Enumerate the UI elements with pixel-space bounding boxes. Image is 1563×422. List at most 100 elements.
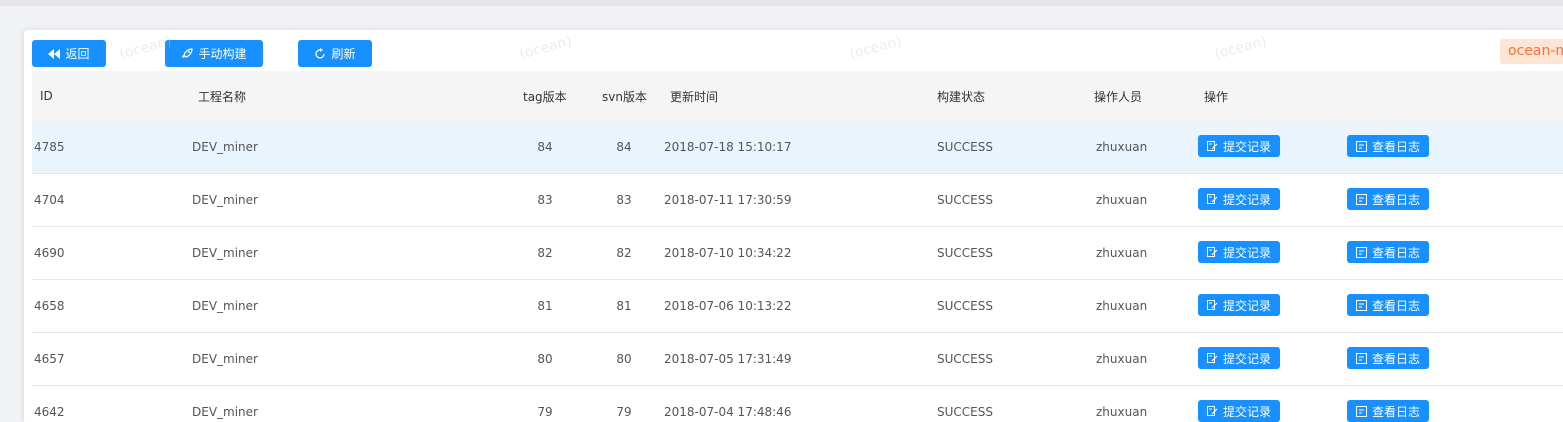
view-log-label: 查看日志 bbox=[1371, 351, 1420, 366]
view-log-label: 查看日志 bbox=[1371, 139, 1420, 154]
cell-tag: 82 bbox=[537, 246, 553, 260]
commit-record-label: 提交记录 bbox=[1222, 139, 1271, 154]
refresh-button-label: 刷新 bbox=[331, 47, 356, 61]
header-actions: 操作 bbox=[1204, 89, 1229, 104]
cell-project: DEV_miner bbox=[192, 299, 258, 313]
edit-record-icon bbox=[1206, 140, 1218, 151]
back-button[interactable]: 返回 bbox=[32, 40, 106, 67]
cell-svn: 79 bbox=[616, 405, 632, 419]
watermark: (ocean) bbox=[847, 33, 904, 63]
backward-icon bbox=[48, 48, 61, 59]
table-header: ID 工程名称 tag版本 svn版本 更新时间 构建状态 操作人员 操作 bbox=[32, 71, 1563, 121]
cell-operator: zhuxuan bbox=[1096, 193, 1148, 207]
view-log-button[interactable]: 查看日志 bbox=[1347, 241, 1429, 263]
cell-svn: 80 bbox=[616, 352, 632, 366]
view-log-button[interactable]: 查看日志 bbox=[1347, 400, 1429, 422]
header-updated: 更新时间 bbox=[670, 89, 719, 104]
cell-operator: zhuxuan bbox=[1096, 246, 1148, 260]
cell-id: 4642 bbox=[34, 405, 65, 419]
cell-status: SUCCESS bbox=[937, 405, 993, 419]
table-row: 4785 DEV_miner 84 84 2018-07-18 15:10:17 SUCC… bbox=[32, 121, 1563, 174]
log-icon bbox=[1355, 299, 1367, 311]
edit-record-icon bbox=[1206, 352, 1218, 363]
log-icon bbox=[1355, 193, 1367, 205]
commit-record-button[interactable]: 提交记录 bbox=[1198, 241, 1280, 263]
cell-project: DEV_miner bbox=[192, 246, 258, 260]
log-icon bbox=[1355, 405, 1367, 417]
cell-operator: zhuxuan bbox=[1096, 352, 1148, 366]
cell-svn: 83 bbox=[616, 193, 632, 207]
edit-record-icon bbox=[1206, 246, 1218, 257]
commit-record-label: 提交记录 bbox=[1222, 298, 1271, 313]
cell-status: SUCCESS bbox=[937, 299, 993, 313]
cell-operator: zhuxuan bbox=[1096, 140, 1148, 154]
watermark: (ocean) bbox=[517, 33, 574, 63]
rocket-icon bbox=[182, 47, 194, 58]
commit-record-button[interactable]: 提交记录 bbox=[1198, 400, 1280, 422]
commit-record-button[interactable]: 提交记录 bbox=[1198, 135, 1280, 157]
table-row: 4642 DEV_miner 79 79 2018-07-04 17:48:46 SUCC… bbox=[32, 386, 1563, 422]
cell-updated: 2018-07-04 17:48:46 bbox=[664, 405, 792, 419]
view-log-button[interactable]: 查看日志 bbox=[1347, 135, 1429, 157]
view-log-label: 查看日志 bbox=[1371, 192, 1420, 207]
cell-svn: 81 bbox=[616, 299, 632, 313]
log-icon bbox=[1355, 352, 1367, 364]
header-svn: svn版本 bbox=[602, 89, 647, 104]
header-id: ID bbox=[40, 89, 53, 103]
view-log-button[interactable]: 查看日志 bbox=[1347, 347, 1429, 369]
cell-operator: zhuxuan bbox=[1096, 299, 1148, 313]
commit-record-label: 提交记录 bbox=[1222, 245, 1271, 260]
cell-project: DEV_miner bbox=[192, 140, 258, 154]
cell-updated: 2018-07-06 10:13:22 bbox=[664, 299, 792, 313]
cell-tag: 83 bbox=[537, 193, 553, 207]
cell-status: SUCCESS bbox=[937, 246, 993, 260]
table-row: 4657 DEV_miner 80 80 2018-07-05 17:31:49 SUCC… bbox=[32, 333, 1563, 386]
view-log-button[interactable]: 查看日志 bbox=[1347, 188, 1429, 210]
top-bar bbox=[0, 0, 1563, 6]
view-log-label: 查看日志 bbox=[1371, 404, 1420, 419]
manual-build-button-label: 手动构建 bbox=[198, 47, 247, 61]
cell-svn: 82 bbox=[616, 246, 632, 260]
log-icon bbox=[1355, 140, 1367, 152]
header-tag: tag版本 bbox=[523, 89, 567, 104]
cell-updated: 2018-07-05 17:31:49 bbox=[664, 352, 792, 366]
cell-tag: 81 bbox=[537, 299, 553, 313]
cell-tag: 79 bbox=[537, 405, 553, 419]
edit-record-icon bbox=[1206, 193, 1218, 204]
cell-status: SUCCESS bbox=[937, 140, 993, 154]
log-icon bbox=[1355, 246, 1367, 258]
header-status: 构建状态 bbox=[937, 89, 986, 104]
cell-project: DEV_miner bbox=[192, 405, 258, 419]
commit-record-button[interactable]: 提交记录 bbox=[1198, 347, 1280, 369]
cell-updated: 2018-07-18 15:10:17 bbox=[664, 140, 792, 154]
watermark: (ocean) bbox=[1212, 33, 1269, 63]
cell-tag: 84 bbox=[537, 140, 553, 154]
cell-id: 4704 bbox=[34, 193, 65, 207]
cell-svn: 84 bbox=[616, 140, 632, 154]
header-operator: 操作人员 bbox=[1094, 89, 1143, 104]
cell-project: DEV_miner bbox=[192, 352, 258, 366]
cell-updated: 2018-07-10 10:34:22 bbox=[664, 246, 792, 260]
cell-id: 4658 bbox=[34, 299, 65, 313]
cell-id: 4690 bbox=[34, 246, 65, 260]
cell-status: SUCCESS bbox=[937, 193, 993, 207]
cell-id: 4657 bbox=[34, 352, 65, 366]
commit-record-label: 提交记录 bbox=[1222, 404, 1271, 419]
commit-record-button[interactable]: 提交记录 bbox=[1198, 294, 1280, 316]
build-history-panel: 返回 手动构建 刷新 ocean-m ID 工程名称 tag版本 svn版本 更… bbox=[24, 30, 1563, 422]
view-log-button[interactable]: 查看日志 bbox=[1347, 294, 1429, 316]
cell-operator: zhuxuan bbox=[1096, 405, 1148, 419]
commit-record-button[interactable]: 提交记录 bbox=[1198, 188, 1280, 210]
manual-build-button[interactable]: 手动构建 bbox=[165, 40, 263, 67]
view-log-label: 查看日志 bbox=[1371, 245, 1420, 260]
cell-id: 4785 bbox=[34, 140, 65, 154]
commit-record-label: 提交记录 bbox=[1222, 192, 1271, 207]
refresh-button[interactable]: 刷新 bbox=[298, 40, 372, 67]
table-row: 4704 DEV_miner 83 83 2018-07-11 17:30:59 SUCC… bbox=[32, 174, 1563, 227]
back-button-label: 返回 bbox=[65, 47, 90, 61]
cell-status: SUCCESS bbox=[937, 352, 993, 366]
cell-project: DEV_miner bbox=[192, 193, 258, 207]
cell-updated: 2018-07-11 17:30:59 bbox=[664, 193, 792, 207]
edit-record-icon bbox=[1206, 405, 1218, 416]
table-row: 4658 DEV_miner 81 81 2018-07-06 10:13:22 SUCC… bbox=[32, 280, 1563, 333]
